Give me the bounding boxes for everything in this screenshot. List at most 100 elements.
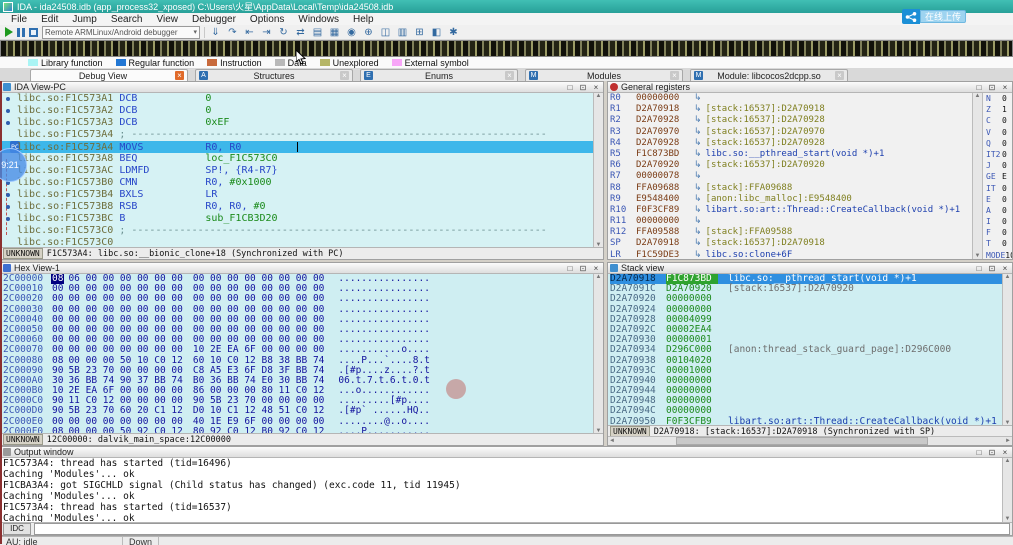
maximize-icon[interactable]: □	[565, 83, 575, 92]
register-value[interactable]: 00000078	[636, 171, 694, 182]
vertical-scrollbar[interactable]: ▲▼	[1002, 274, 1012, 426]
menu-item[interactable]: Jump	[65, 14, 103, 25]
breakpoint-gutter[interactable]: PC	[1, 201, 17, 213]
hex-selected-byte[interactable]: 00	[51, 293, 64, 304]
menu-item[interactable]: Help	[346, 14, 381, 25]
stack-view-titlebar[interactable]: Stack view □ ⊡ ×	[608, 263, 1012, 274]
register-value[interactable]: FFA09588	[636, 227, 694, 238]
hex-selected-byte[interactable]: 90	[51, 405, 64, 416]
tab-close-icon[interactable]: ×	[175, 71, 184, 80]
continue-process-icon[interactable]	[5, 27, 13, 37]
register-value[interactable]: D2A70918	[636, 238, 694, 249]
register-value[interactable]: F1C873BD	[636, 149, 694, 160]
breakpoints-window-icon[interactable]: ◉	[345, 27, 358, 38]
register-row[interactable]: R5F1C873BD↳libc.so:__pthread_start(void …	[610, 149, 974, 160]
desktop-tab[interactable]: M Module: libcocos2dcpp.so ×	[690, 69, 848, 81]
close-icon[interactable]: ×	[1000, 83, 1010, 92]
register-value[interactable]: D2A70920	[636, 160, 694, 171]
flag-row[interactable]: C0	[986, 115, 1012, 126]
add-breakpoint-icon[interactable]: ⊕	[362, 27, 375, 38]
tab-close-icon[interactable]: ×	[505, 71, 514, 80]
menu-item[interactable]: Search	[104, 14, 150, 25]
tab-close-icon[interactable]: ×	[340, 71, 349, 80]
flag-row[interactable]: V0	[986, 127, 1012, 138]
flag-row[interactable]: T0	[986, 238, 1012, 249]
disasm-line[interactable]: PClibc.so:F1C573B8RSBR0, R0, #0	[1, 201, 594, 213]
vertical-scrollbar[interactable]: ▲▼	[593, 93, 603, 248]
step-over-icon[interactable]: ↷	[226, 27, 239, 38]
step-into-icon[interactable]: ⇓	[209, 27, 222, 38]
refresh-memory-icon[interactable]: ↻	[277, 27, 290, 38]
flag-row[interactable]: N0	[986, 93, 1012, 104]
menu-item[interactable]: Windows	[291, 14, 346, 25]
disasm-line[interactable]: PClibc.so:F1C573B4BXLSLR	[1, 189, 594, 201]
register-value[interactable]: D2A70928	[636, 138, 694, 149]
register-row[interactable]: R6D2A70920↳[stack:16537]:D2A70920	[610, 160, 974, 171]
upload-widget[interactable]: 在线上传	[902, 9, 966, 24]
flag-row[interactable]: E0	[986, 194, 1012, 205]
hex-selected-byte[interactable]: 00	[51, 304, 64, 315]
debugger-combo[interactable]: Remote ARMLinux/Android debugger ▾	[42, 26, 200, 39]
register-value[interactable]: D2A70970	[636, 127, 694, 138]
maximize-icon[interactable]: □	[565, 264, 575, 273]
disasm-line[interactable]: PClibc.so:F1C573A4; --------------------…	[1, 129, 594, 141]
register-row[interactable]: R4D2A70928↳[stack:16537]:D2A70928	[610, 138, 974, 149]
register-row[interactable]: LRF1C59DE3↳libc.so:clone+6F	[610, 250, 974, 259]
breakpoint-gutter[interactable]: PC	[1, 189, 17, 201]
menu-item[interactable]: Edit	[34, 14, 65, 25]
float-icon[interactable]: ⊡	[987, 448, 997, 457]
flag-row[interactable]: IT20	[986, 149, 1012, 160]
flag-row[interactable]: J0	[986, 160, 1012, 171]
register-row[interactable]: R1100000000↳	[610, 216, 974, 227]
breakpoint-gutter[interactable]: PC	[1, 129, 17, 141]
tab-close-icon[interactable]: ×	[835, 71, 844, 80]
breakpoint-gutter[interactable]: PC	[1, 225, 17, 237]
register-row[interactable]: SPD2A70918↳[stack:16537]:D2A70918	[610, 238, 974, 249]
stack-trace-icon[interactable]: ▥	[396, 27, 409, 38]
registers-titlebar[interactable]: General registers □ ⊡ ×	[608, 82, 1012, 93]
hex-view-titlebar[interactable]: Hex View-1 □ ⊡ ×	[1, 263, 603, 274]
flag-row[interactable]: I0	[986, 216, 1012, 227]
float-icon[interactable]: ⊡	[987, 83, 997, 92]
navigator-band[interactable]	[0, 40, 1013, 57]
stop-process-icon[interactable]	[29, 28, 38, 37]
breakpoint-gutter[interactable]: PC	[1, 93, 17, 105]
register-row[interactable]: R700000078↳	[610, 171, 974, 182]
memory-snapshot-icon[interactable]: ⊞	[413, 27, 426, 38]
flag-row[interactable]: Z1	[986, 104, 1012, 115]
disasm-line[interactable]: PClibc.so:F1C573C0; --------------------…	[1, 225, 594, 237]
desktop-tab[interactable]: E Enums ×	[360, 69, 518, 81]
horizontal-scrollbar[interactable]: ◄ ►	[608, 436, 1012, 445]
close-icon[interactable]: ×	[1000, 448, 1010, 457]
register-row[interactable]: R9E9548400↳[anon:libc_malloc]:E9548400	[610, 194, 974, 205]
disasm-line[interactable]: PClibc.so:F1C573B0CMNR0, #0x1000	[1, 177, 594, 189]
hex-row[interactable]: 2C000700000 00 00 00 00 00 0010 2E EA 6F…	[3, 345, 594, 355]
hex-selected-byte[interactable]: 00	[51, 344, 64, 355]
disasm-line[interactable]: PClibc.so:F1C573A2DCB0	[1, 105, 594, 117]
modules-window-icon[interactable]: ▦	[328, 27, 341, 38]
close-icon[interactable]: ×	[591, 264, 601, 273]
breakpoint-gutter[interactable]: PC	[1, 117, 17, 129]
close-icon[interactable]: ×	[1000, 264, 1010, 273]
menu-item[interactable]: File	[4, 14, 34, 25]
register-row[interactable]: R000000000↳	[610, 93, 974, 104]
register-value[interactable]: 00000000	[636, 216, 694, 227]
hex-selected-byte[interactable]: 00	[51, 416, 64, 427]
register-value[interactable]: 00000000	[636, 93, 694, 104]
register-value[interactable]: D2A70918	[636, 104, 694, 115]
hex-selected-byte[interactable]: 08	[51, 355, 64, 366]
register-value[interactable]: F1C59DE3	[636, 250, 694, 259]
breakpoint-gutter[interactable]: PC	[1, 213, 17, 225]
float-icon[interactable]: ⊡	[578, 83, 588, 92]
disasm-line[interactable]: PClibc.so:F1C573A1DCB0	[1, 93, 594, 105]
register-value[interactable]: F0F3CF89	[636, 205, 694, 216]
command-line-input[interactable]	[34, 523, 1010, 535]
watches-window-icon[interactable]: ◫	[379, 27, 392, 38]
flag-row[interactable]: A0	[986, 205, 1012, 216]
flag-row[interactable]: IT0	[986, 183, 1012, 194]
maximize-icon[interactable]: □	[974, 83, 984, 92]
threads-window-icon[interactable]: ▤	[311, 27, 324, 38]
disasm-line[interactable]: PClibc.so:F1C573BCBsub_F1CB3D20	[1, 213, 594, 225]
output-titlebar[interactable]: Output window □ ⊡ ×	[1, 447, 1012, 458]
desktop-tab[interactable]: Debug View ×	[30, 69, 188, 81]
